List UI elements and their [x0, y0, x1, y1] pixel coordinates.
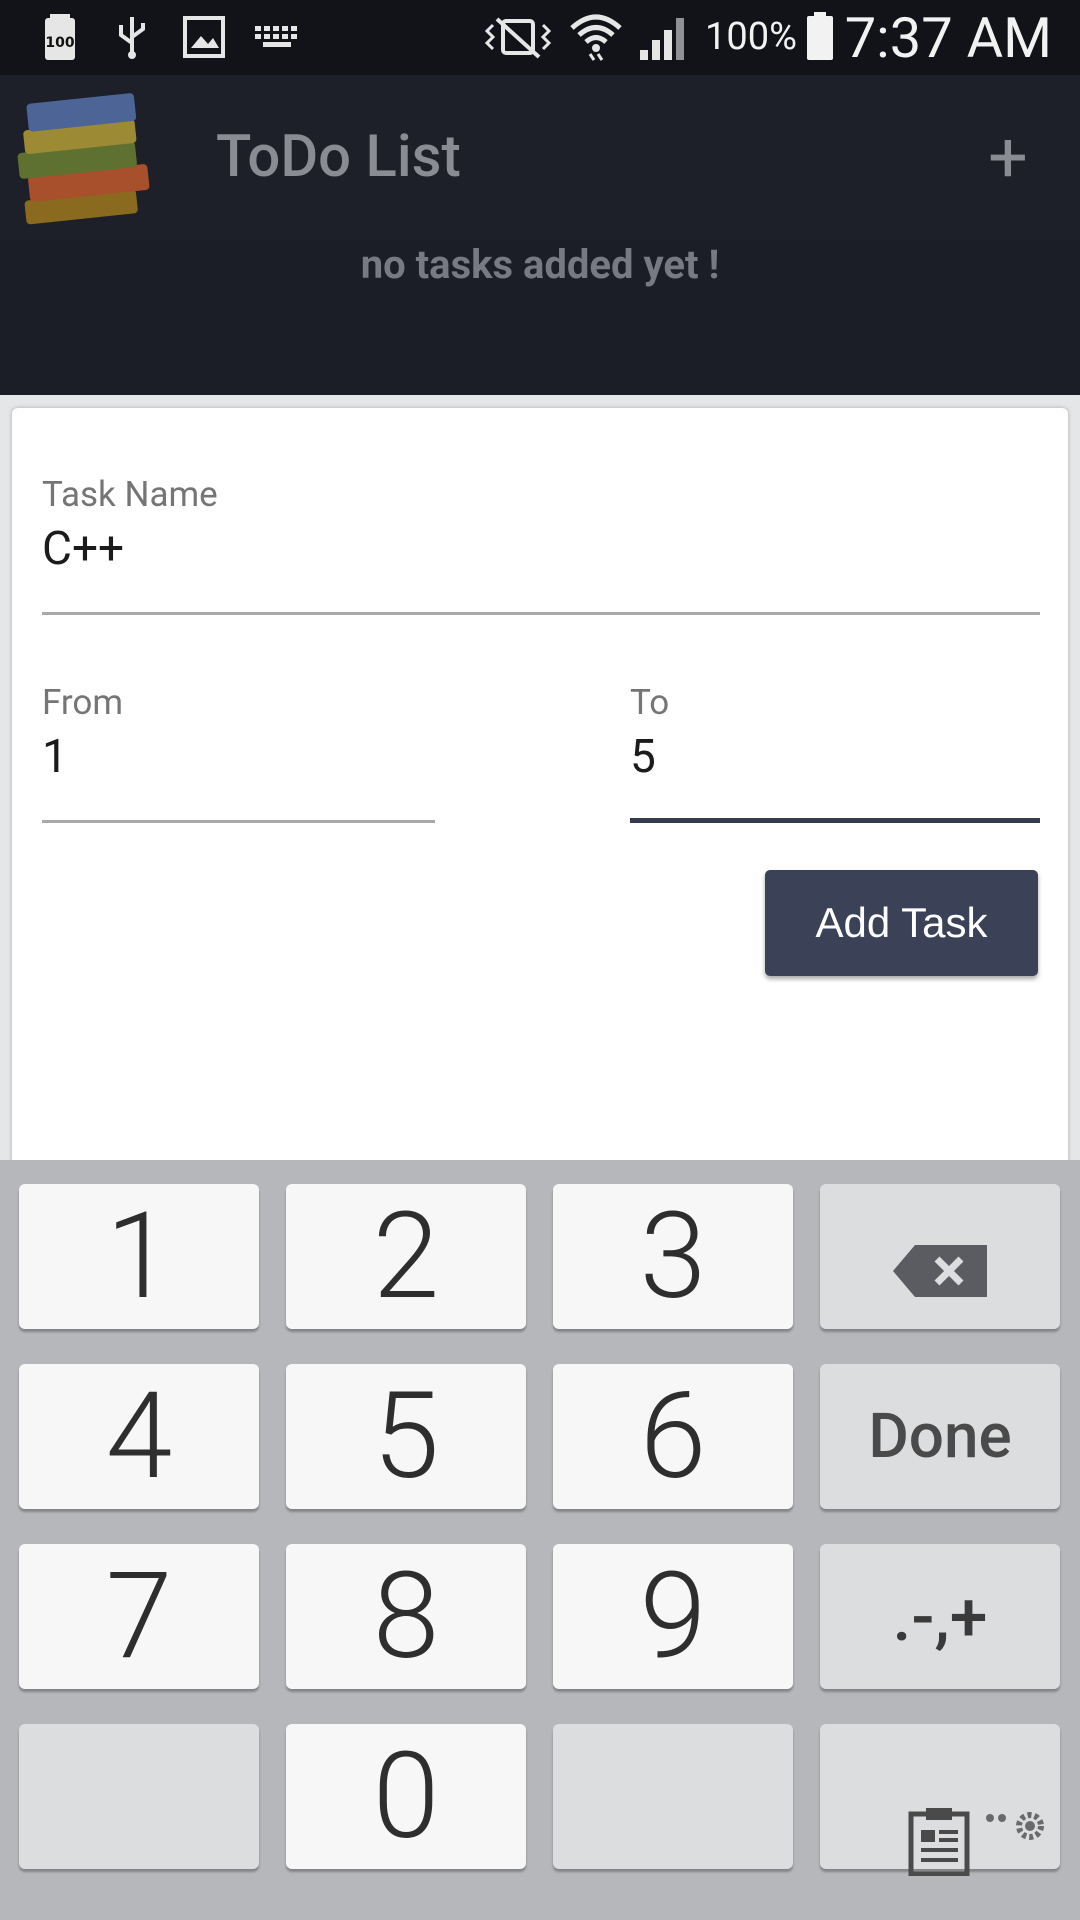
key-4[interactable]: 4 [19, 1364, 259, 1509]
app-title: ToDo List [216, 123, 461, 191]
backspace-icon [893, 1187, 987, 1327]
status-bar: 100 100% 7:37 AM [0, 0, 1080, 75]
from-label: From [42, 682, 124, 723]
keyboard-icon [254, 14, 300, 60]
books-logo-icon [12, 82, 162, 232]
app-bar [0, 75, 1080, 240]
usb-icon [112, 14, 152, 60]
key-3[interactable]: 3 [553, 1184, 793, 1329]
battery-small-label: 100 [45, 35, 74, 51]
key-6[interactable]: 6 [553, 1364, 793, 1509]
clipboard-icon [908, 1766, 970, 1906]
battery-percent: 100% [705, 15, 797, 59]
to-underline [630, 818, 1040, 823]
battery-100-icon: 100 [40, 14, 80, 60]
backspace-key[interactable] [820, 1184, 1060, 1329]
add-task-button[interactable]: Add Task [765, 870, 1038, 976]
key-7[interactable]: 7 [19, 1544, 259, 1689]
from-underline [42, 820, 435, 823]
key-0[interactable]: 0 [286, 1724, 526, 1869]
battery-icon [803, 12, 837, 60]
add-task-dialog: Task Name C++ From 1 To 5 Add Task [12, 408, 1068, 1168]
symbols-key[interactable]: .-,+ [820, 1544, 1060, 1689]
key-2[interactable]: 2 [286, 1184, 526, 1329]
gear-icon [986, 1734, 1050, 1874]
image-icon [182, 14, 226, 60]
clipboard-key[interactable] [820, 1724, 1060, 1877]
empty-message: no tasks added yet ! [360, 241, 720, 288]
wifi-icon [566, 14, 626, 61]
key-5[interactable]: 5 [286, 1364, 526, 1509]
key-8[interactable]: 8 [286, 1544, 526, 1689]
to-input[interactable]: 5 [630, 730, 656, 784]
key-9[interactable]: 9 [553, 1544, 793, 1689]
blank-key-left[interactable] [19, 1724, 259, 1869]
from-input[interactable]: 1 [42, 730, 68, 784]
vibrate-icon [482, 14, 554, 60]
task-name-label: Task Name [42, 474, 218, 515]
to-label: To [630, 682, 670, 723]
key-1[interactable]: 1 [19, 1184, 259, 1329]
signal-icon [636, 14, 694, 60]
task-name-underline [42, 612, 1040, 615]
task-name-input[interactable]: C++ [42, 522, 124, 576]
plus-icon[interactable]: + [968, 118, 1048, 198]
clock: 7:37 AM [844, 5, 1052, 71]
blank-key-right[interactable] [553, 1724, 793, 1869]
done-key[interactable]: Done [820, 1364, 1060, 1509]
numeric-keyboard: 1 2 3 4 5 6 Done 7 8 9 .-,+ 0 [0, 1160, 1080, 1920]
